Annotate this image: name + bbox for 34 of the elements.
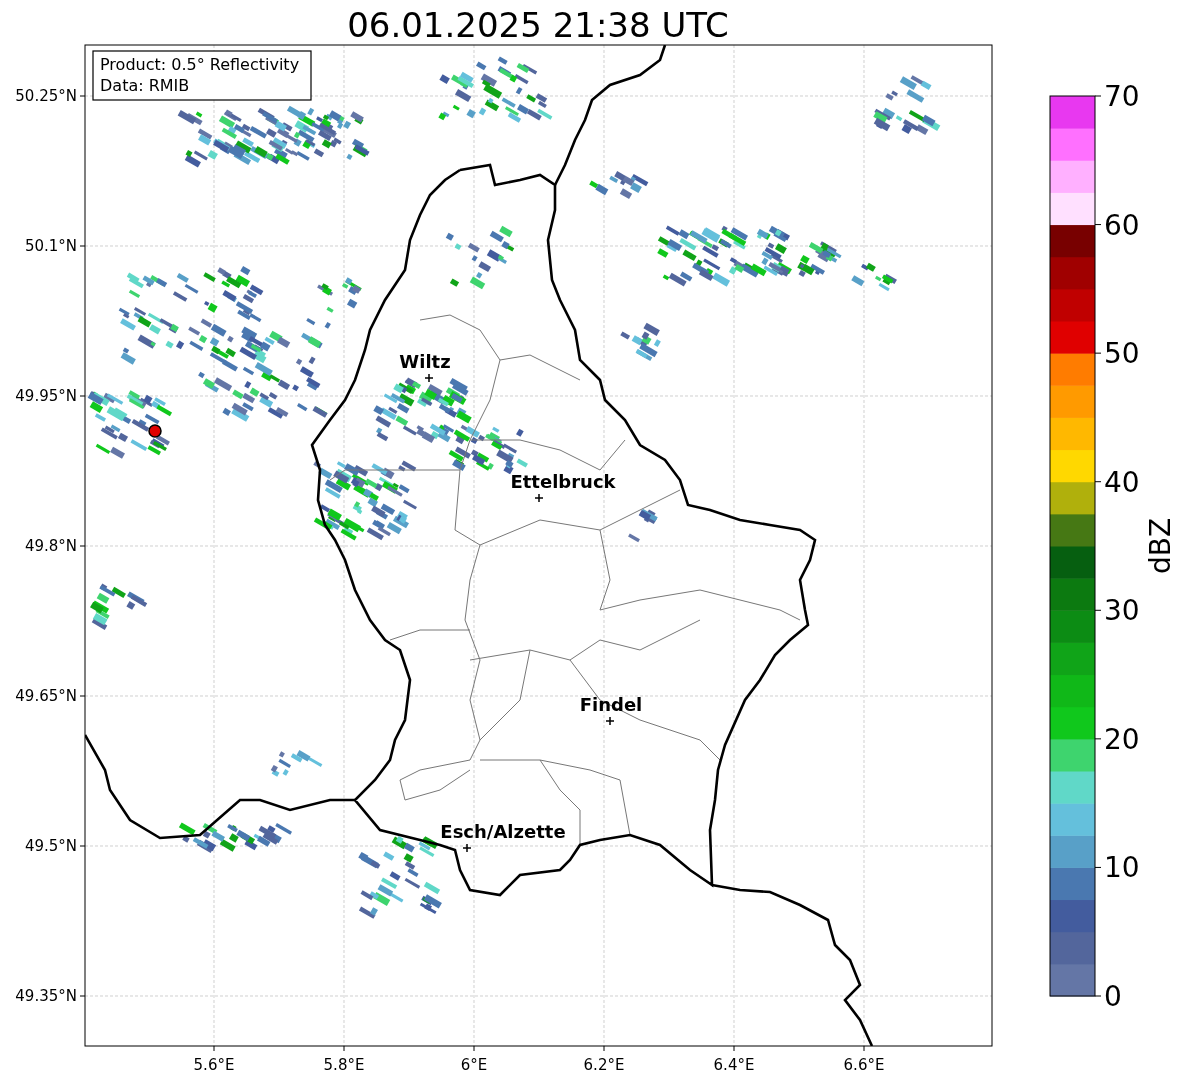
axis-tick-label: 49.95°N — [15, 387, 77, 405]
axis-tick-label: 50.1°N — [24, 237, 77, 255]
colorbar-tick-label: 10 — [1104, 851, 1140, 885]
colorbar-tick-label: 40 — [1104, 465, 1140, 499]
place-label: Findel — [579, 694, 643, 715]
city-marker-icon — [605, 716, 615, 726]
chart-title: 06.01.2025 21:38 UTC — [347, 5, 729, 45]
axis-tick-label: 6°E — [460, 1056, 488, 1074]
place-label: Esch/Alzette — [440, 821, 566, 842]
axis-tick-label: 6.4°E — [713, 1056, 755, 1074]
info-text: Product: 0.5° Reflectivity — [100, 55, 300, 74]
city-marker-icon — [462, 843, 472, 853]
city-marker-icon — [424, 373, 434, 383]
radar-site-icon — [148, 424, 162, 438]
axis-tick-label: 50.25°N — [15, 87, 77, 105]
place-label: Ettelbruck — [510, 471, 616, 492]
axis-tick-label: 49.65°N — [15, 687, 77, 705]
axis-tick-label: 5.6°E — [193, 1056, 235, 1074]
colorbar-label: dBZ — [1144, 517, 1177, 575]
axis-tick-label: 49.8°N — [24, 537, 77, 555]
axis-tick-label: 6.6°E — [843, 1056, 885, 1074]
axis-tick-label: 49.5°N — [24, 837, 77, 855]
colorbar-tick-label: 70 — [1104, 80, 1140, 113]
colorbar-tick-label: 30 — [1104, 594, 1140, 628]
info-text: Data: RMIB — [100, 76, 190, 95]
axis-tick-label: 49.35°N — [15, 987, 77, 1005]
colorbar-tick-label: 60 — [1104, 208, 1140, 242]
axis-tick-label: 6.2°E — [583, 1056, 625, 1074]
colorbar-tick-label: 0 — [1104, 980, 1122, 1013]
place-label: Wiltz — [399, 351, 451, 372]
city-marker-icon — [534, 493, 544, 503]
colorbar-tick-label: 20 — [1104, 722, 1140, 756]
axis-tick-label: 5.8°E — [323, 1056, 365, 1074]
colorbar-tick-label: 50 — [1104, 337, 1140, 371]
